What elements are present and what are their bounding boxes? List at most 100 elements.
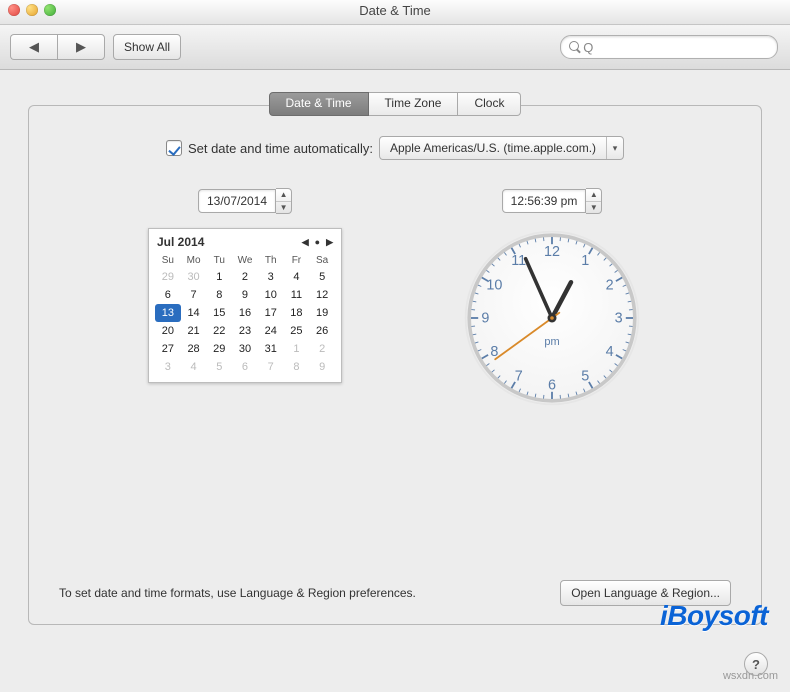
- date-stepper-arrows[interactable]: ▲ ▼: [276, 188, 292, 214]
- calendar-day: 6: [232, 358, 258, 376]
- calendar-day[interactable]: 24: [258, 322, 284, 340]
- calendar-dow: Su: [155, 253, 181, 268]
- calendar-day[interactable]: 6: [155, 286, 181, 304]
- time-server-value: Apple Americas/U.S. (time.apple.com.): [380, 141, 606, 155]
- calendar-day: 30: [181, 268, 207, 286]
- calendar-day[interactable]: 17: [258, 304, 284, 322]
- chevron-right-icon: ▶: [76, 39, 86, 55]
- calendar-grid: SuMoTuWeThFrSa29301234567891011121314151…: [155, 253, 335, 376]
- svg-text:2: 2: [606, 277, 614, 293]
- calendar-day[interactable]: 20: [155, 322, 181, 340]
- calendar-day[interactable]: 15: [206, 304, 232, 322]
- nav-back-button[interactable]: ◀: [10, 34, 57, 60]
- calendar-day[interactable]: 19: [309, 304, 335, 322]
- stepper-up-icon[interactable]: ▲: [586, 189, 601, 202]
- tab-date-time[interactable]: Date & Time: [269, 92, 369, 116]
- tab-clock[interactable]: Clock: [458, 92, 521, 116]
- clock-ampm-label: pm: [544, 336, 559, 348]
- calendar-day: 3: [155, 358, 181, 376]
- svg-text:12: 12: [544, 244, 560, 260]
- titlebar: Date & Time: [0, 0, 790, 25]
- calendar-day[interactable]: 26: [309, 322, 335, 340]
- calendar-day[interactable]: 9: [232, 286, 258, 304]
- analog-clock: 121234567891011 pm: [462, 228, 642, 408]
- calendar-day[interactable]: 12: [309, 286, 335, 304]
- calendar-day[interactable]: 7: [181, 286, 207, 304]
- svg-text:7: 7: [515, 368, 523, 384]
- footer-row: To set date and time formats, use Langua…: [59, 580, 731, 606]
- search-field[interactable]: Q: [560, 35, 778, 59]
- auto-set-checkbox[interactable]: [166, 140, 182, 156]
- calendar-day[interactable]: 28: [181, 340, 207, 358]
- stepper-down-icon[interactable]: ▼: [276, 202, 291, 214]
- tab-strip: Date & Time Time Zone Clock: [28, 92, 762, 116]
- calendar-dow: Sa: [309, 253, 335, 268]
- calendar-day[interactable]: 22: [206, 322, 232, 340]
- calendar-day[interactable]: 21: [181, 322, 207, 340]
- calendar-day[interactable]: 27: [155, 340, 181, 358]
- time-server-dropdown[interactable]: Apple Americas/U.S. (time.apple.com.) ▾: [379, 136, 624, 160]
- chevron-left-icon: ◀: [29, 39, 39, 55]
- svg-text:1: 1: [581, 253, 589, 269]
- calendar-today-button[interactable]: ●: [315, 237, 320, 248]
- preferences-window: Date & Time ◀ ▶ Show All Q Date & Time T…: [0, 0, 790, 692]
- calendar-day: 1: [284, 340, 310, 358]
- time-stepper-arrows[interactable]: ▲ ▼: [586, 188, 602, 214]
- calendar-day[interactable]: 29: [206, 340, 232, 358]
- minimize-window-button[interactable]: [26, 4, 38, 16]
- search-glyph: Q: [583, 40, 593, 55]
- stepper-down-icon[interactable]: ▼: [586, 202, 601, 214]
- calendar: Jul 2014 ◀ ● ▶ SuMoTuWeThFrSa29301234567…: [148, 228, 342, 383]
- svg-text:10: 10: [486, 277, 502, 293]
- calendar-dow: We: [232, 253, 258, 268]
- calendar-month-label: Jul 2014: [157, 235, 204, 249]
- calendar-day[interactable]: 16: [232, 304, 258, 322]
- calendar-day[interactable]: 4: [284, 268, 310, 286]
- calendar-day[interactable]: 5: [309, 268, 335, 286]
- calendar-day[interactable]: 25: [284, 322, 310, 340]
- panel: Set date and time automatically: Apple A…: [28, 105, 762, 625]
- date-field[interactable]: 13/07/2014: [198, 189, 276, 213]
- calendar-day[interactable]: 13: [155, 304, 181, 322]
- calendar-day[interactable]: 1: [206, 268, 232, 286]
- time-field[interactable]: 12:56:39 pm: [502, 189, 587, 213]
- time-stepper[interactable]: 12:56:39 pm ▲ ▼: [502, 188, 603, 214]
- calendar-day: 8: [284, 358, 310, 376]
- date-column: 13/07/2014 ▲ ▼ Jul 2014 ◀ ● ▶: [148, 188, 342, 408]
- svg-text:4: 4: [606, 344, 614, 360]
- calendar-dow: Mo: [181, 253, 207, 268]
- calendar-day: 5: [206, 358, 232, 376]
- calendar-day[interactable]: 31: [258, 340, 284, 358]
- calendar-day[interactable]: 8: [206, 286, 232, 304]
- calendar-day[interactable]: 14: [181, 304, 207, 322]
- calendar-day[interactable]: 23: [232, 322, 258, 340]
- stepper-up-icon[interactable]: ▲: [276, 189, 291, 202]
- window-title: Date & Time: [359, 3, 431, 18]
- calendar-day[interactable]: 18: [284, 304, 310, 322]
- auto-set-row: Set date and time automatically: Apple A…: [59, 136, 731, 160]
- date-stepper[interactable]: 13/07/2014 ▲ ▼: [198, 188, 292, 214]
- calendar-day[interactable]: 11: [284, 286, 310, 304]
- body: Date & Time Time Zone Clock Set date and…: [0, 70, 790, 692]
- zoom-window-button[interactable]: [44, 4, 56, 16]
- calendar-day[interactable]: 30: [232, 340, 258, 358]
- calendar-day[interactable]: 10: [258, 286, 284, 304]
- svg-text:3: 3: [615, 311, 623, 327]
- calendar-day[interactable]: 3: [258, 268, 284, 286]
- toolbar: ◀ ▶ Show All Q: [0, 25, 790, 70]
- traffic-lights: [8, 4, 56, 16]
- calendar-day[interactable]: 2: [232, 268, 258, 286]
- tab-time-zone[interactable]: Time Zone: [369, 92, 459, 116]
- close-window-button[interactable]: [8, 4, 20, 16]
- nav-forward-button[interactable]: ▶: [57, 34, 105, 60]
- calendar-day: 9: [309, 358, 335, 376]
- calendar-header: Jul 2014 ◀ ● ▶: [155, 233, 335, 253]
- calendar-dow: Fr: [284, 253, 310, 268]
- calendar-nav: ◀ ● ▶: [302, 237, 333, 248]
- show-all-button[interactable]: Show All: [113, 34, 181, 60]
- nav-back-forward: ◀ ▶: [10, 34, 105, 60]
- calendar-next-button[interactable]: ▶: [326, 237, 333, 248]
- calendar-prev-button[interactable]: ◀: [302, 237, 309, 248]
- search-input[interactable]: [593, 39, 769, 55]
- calendar-day: 29: [155, 268, 181, 286]
